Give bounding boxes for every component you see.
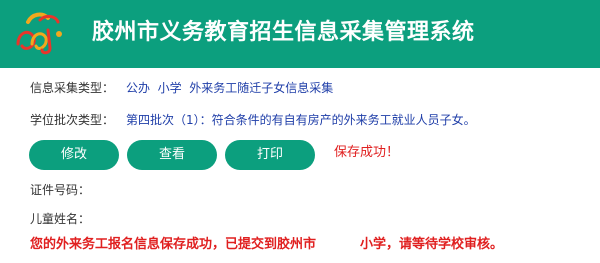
child-name-label: 儿童姓名：	[30, 212, 91, 226]
modify-button[interactable]: 修改	[29, 140, 119, 170]
batch-type-value: 第四批次（1）：符合条件的有自有房产的外来务工就业人员子女。	[126, 113, 476, 127]
notice-text-part1: 您的外来务工报名信息保存成功，已提交到胶州市	[30, 237, 317, 252]
page-title: 胶州市义务教育招生信息采集管理系统	[92, 20, 475, 45]
notice-text-part2: 小学，请等待学校审核。	[360, 237, 504, 252]
school-logo-icon	[16, 12, 62, 55]
info-type-row: 信息采集类型： 公办 小学 外来务工随迁子女信息采集	[30, 80, 333, 96]
submission-notice: 您的外来务工报名信息保存成功，已提交到胶州市 小学，请等待学校审核。	[30, 236, 503, 254]
id-number-row: 证件号码：	[30, 182, 90, 198]
view-button[interactable]: 查看	[127, 140, 217, 170]
info-type-value: 公办 小学 外来务工随迁子女信息采集	[126, 81, 334, 95]
batch-type-row: 学位批次类型： 第四批次（1）：符合条件的有自有房产的外来务工就业人员子女。	[30, 112, 476, 128]
batch-type-label: 学位批次类型：	[30, 113, 115, 127]
print-button[interactable]: 打印	[225, 140, 315, 170]
id-number-label: 证件号码：	[30, 183, 91, 197]
info-type-label: 信息采集类型：	[30, 81, 115, 95]
child-name-row: 儿童姓名：	[30, 211, 90, 227]
app-header: 胶州市义务教育招生信息采集管理系统	[0, 0, 600, 68]
save-status-message: 保存成功！	[334, 145, 400, 160]
